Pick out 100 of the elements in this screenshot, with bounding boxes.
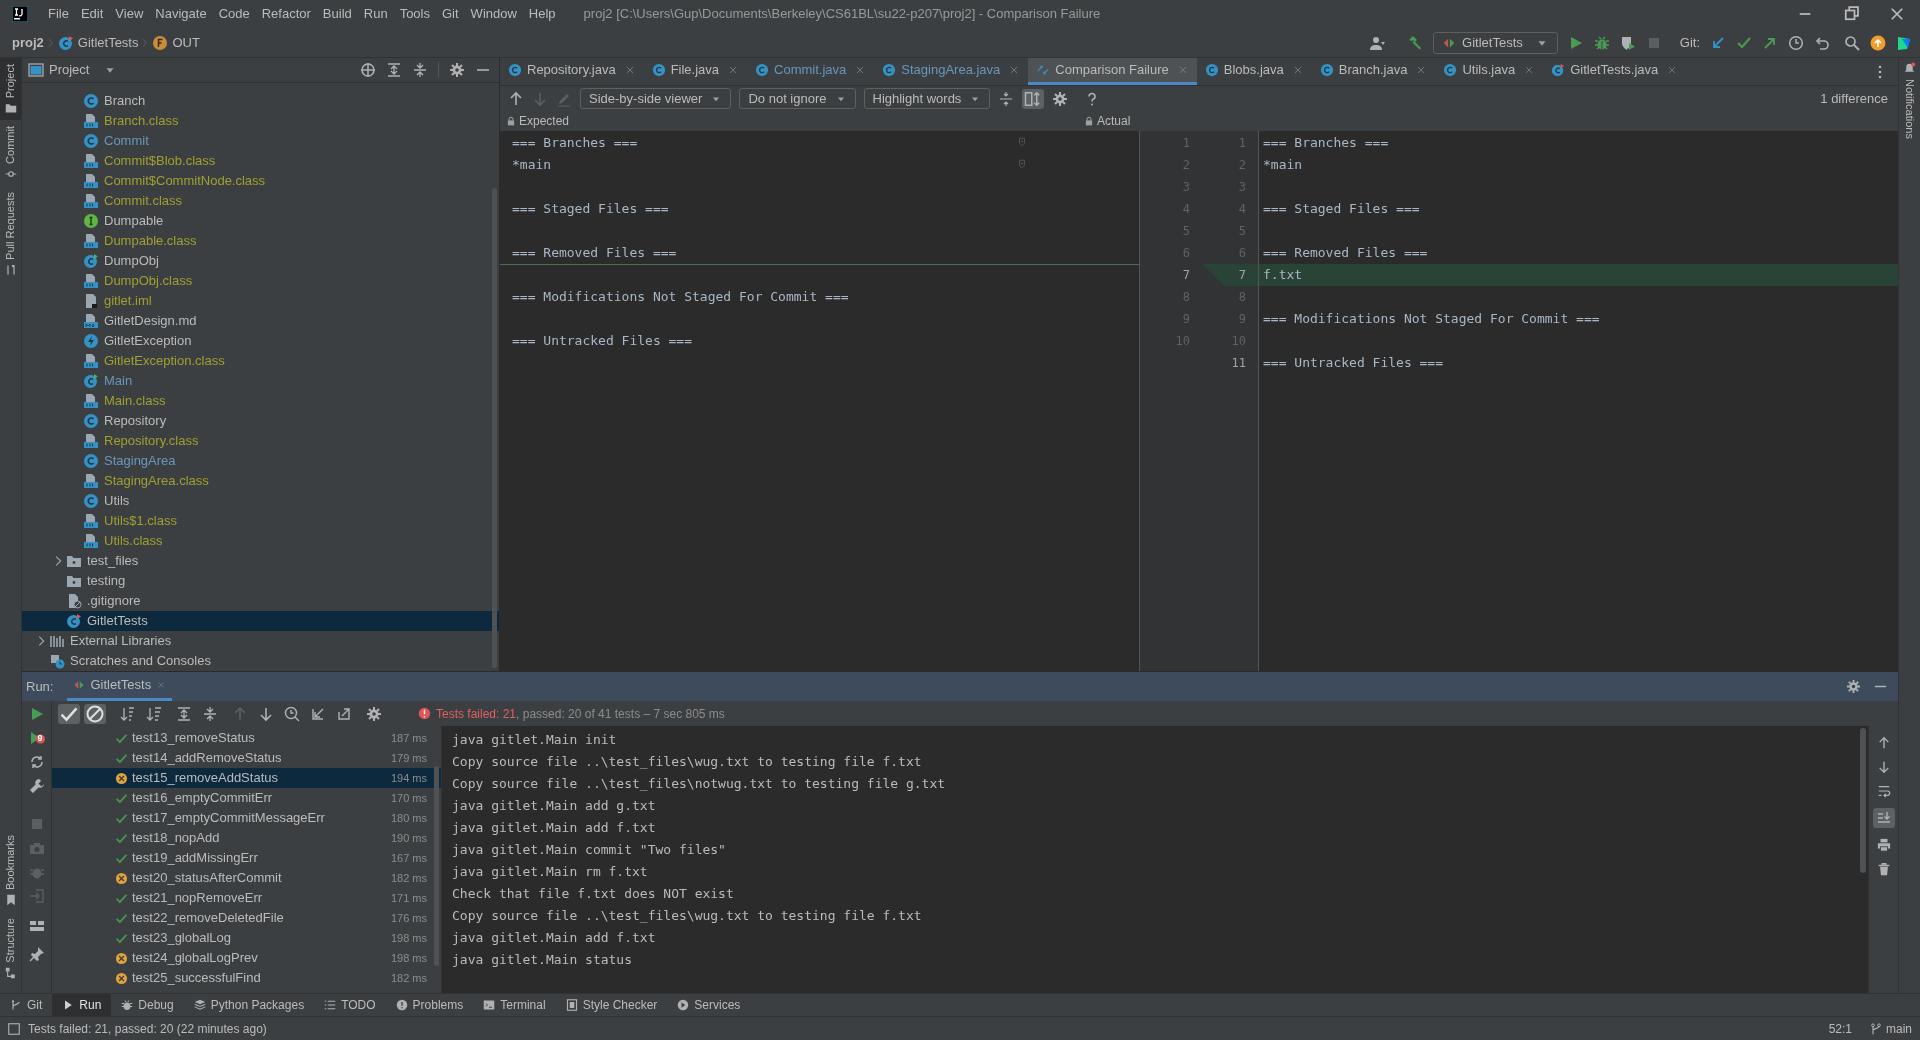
toolbox-icon[interactable] xyxy=(1896,34,1912,51)
tree-item[interactable]: gitlet.iml xyxy=(22,291,499,311)
tree-item[interactable]: GitletTests xyxy=(22,611,499,631)
expand-all-icon[interactable] xyxy=(386,62,402,78)
editor-tab[interactable]: GitletTests.java xyxy=(1543,58,1687,85)
tree-item[interactable]: Commit xyxy=(22,131,499,151)
dropdown[interactable]: Do not ignore xyxy=(739,88,856,109)
tree-item[interactable]: Commit.class xyxy=(22,191,499,211)
show-passed-icon[interactable] xyxy=(58,703,80,724)
pin-icon[interactable] xyxy=(28,946,45,962)
hammer-icon[interactable] xyxy=(1407,34,1424,51)
scrollbar[interactable] xyxy=(1860,728,1866,873)
test-item[interactable]: test15_removeAddStatus 194 ms xyxy=(52,768,441,788)
editor-tab[interactable]: StagingArea.java xyxy=(874,58,1029,85)
menu-item[interactable]: View xyxy=(109,4,150,24)
collapse-unchanged-icon[interactable] xyxy=(998,90,1015,107)
soft-wrap-icon[interactable] xyxy=(1876,784,1891,798)
test-item[interactable]: test17_emptyCommitMessageErr 180 ms xyxy=(52,808,441,828)
dropdown[interactable]: Side-by-side viewer xyxy=(580,88,732,109)
tool-tab[interactable]: Git xyxy=(0,993,53,1017)
tree-item[interactable]: Commit$Blob.class xyxy=(22,151,499,171)
menu-item[interactable]: Git xyxy=(436,4,465,24)
test-item[interactable]: test22_removeDeletedFile 176 ms xyxy=(52,908,441,928)
dropdown[interactable]: Highlight words xyxy=(863,88,991,109)
test-history-icon[interactable] xyxy=(284,705,300,722)
menu-item[interactable]: Navigate xyxy=(149,4,213,24)
down-arrow-icon[interactable] xyxy=(1876,760,1891,774)
tree-item[interactable]: DumpObj xyxy=(22,251,499,271)
tree-item[interactable]: GitletDesign.md xyxy=(22,311,499,331)
tool-tab[interactable]: Run xyxy=(52,993,112,1017)
test-item[interactable]: test19_addMissingErr 167 ms xyxy=(52,848,441,868)
tree-item[interactable]: Utils$1.class xyxy=(22,511,499,531)
tree-item[interactable]: Branch.class xyxy=(22,111,499,131)
tool-tab[interactable]: Services xyxy=(667,993,751,1017)
test-item[interactable]: test18_nopAdd 190 ms xyxy=(52,828,441,848)
run-config-dropdown[interactable]: GitletTests xyxy=(1433,31,1558,54)
debug-icon[interactable] xyxy=(1593,34,1610,51)
tool-tab[interactable]: Problems xyxy=(385,993,474,1017)
settings-icon[interactable] xyxy=(366,705,382,722)
breadcrumb[interactable]: OUT xyxy=(152,32,200,53)
tool-window-tab[interactable]: Structure xyxy=(0,912,21,985)
tree-item[interactable]: GitletException xyxy=(22,331,499,351)
caret-position[interactable]: 52:1 xyxy=(1828,1019,1852,1038)
editor-tab[interactable]: Comparison Failure xyxy=(1028,58,1197,85)
tool-tab[interactable]: TODO xyxy=(314,993,386,1017)
menu-item[interactable]: Build xyxy=(316,4,358,24)
tree-item[interactable]: StagingArea xyxy=(22,451,499,471)
tool-tab[interactable]: Terminal xyxy=(473,993,556,1017)
menu-item[interactable]: Run xyxy=(357,4,394,24)
panel-toggle-icon[interactable] xyxy=(8,1022,20,1035)
scrollbar[interactable] xyxy=(434,766,439,966)
scroll-to-end-icon[interactable] xyxy=(1872,808,1895,828)
editor-tab[interactable]: File.java xyxy=(643,58,748,85)
print-icon[interactable] xyxy=(1876,838,1891,852)
settings-icon[interactable] xyxy=(449,62,465,78)
tool-window-tab[interactable]: Commit xyxy=(0,120,21,187)
export-tests-icon[interactable] xyxy=(336,705,352,722)
tree-item[interactable]: Utils.class xyxy=(22,531,499,551)
tree-item[interactable]: Utils xyxy=(22,491,499,511)
tool-window-tab[interactable]: Notifications xyxy=(1899,62,1920,139)
layout-icon[interactable] xyxy=(28,918,45,934)
branch-widget[interactable]: main xyxy=(1870,1019,1912,1038)
settings-icon[interactable] xyxy=(1052,90,1069,107)
locate-icon[interactable] xyxy=(360,62,376,78)
tree-item[interactable]: Main xyxy=(22,371,499,391)
show-ignored-icon[interactable] xyxy=(84,703,106,724)
expand-all-icon[interactable] xyxy=(176,705,192,722)
menu-item[interactable]: Code xyxy=(212,4,256,24)
coverage-icon[interactable] xyxy=(1619,34,1636,51)
scrollbar[interactable] xyxy=(492,188,497,668)
tree-item[interactable]: DumpObj.class xyxy=(22,271,499,291)
test-item[interactable]: test14_addRemoveStatus 179 ms xyxy=(52,748,441,768)
rerun-failed-button[interactable]: 9 xyxy=(28,730,45,746)
editor-tab[interactable]: Utils.java xyxy=(1435,58,1544,85)
tool-tab[interactable]: Debug xyxy=(111,993,184,1017)
tree-item[interactable]: StagingArea.class xyxy=(22,471,499,491)
editor-tab[interactable]: Blobs.java xyxy=(1196,58,1312,85)
menu-item[interactable]: Refactor xyxy=(255,4,317,24)
editor-tab[interactable]: Branch.java xyxy=(1311,58,1436,85)
trash-icon[interactable] xyxy=(1876,862,1891,876)
next-failed-icon[interactable] xyxy=(258,705,274,722)
sync-scroll-icon[interactable] xyxy=(1022,88,1045,109)
view-dropdown[interactable]: Project xyxy=(49,60,118,80)
tool-window-tab[interactable]: Project xyxy=(0,58,21,121)
tree-item[interactable]: testing xyxy=(22,571,499,591)
sort-alphabetically-icon[interactable] xyxy=(120,705,136,722)
session-tab[interactable]: GitletTests xyxy=(67,672,173,701)
collapse-all-icon[interactable] xyxy=(412,62,428,78)
undo-icon[interactable] xyxy=(1814,34,1830,51)
breadcrumb[interactable]: proj2 xyxy=(12,32,44,53)
test-item[interactable]: test13_removeStatus 187 ms xyxy=(52,728,441,748)
test-item[interactable]: test23_globalLog 198 ms xyxy=(52,928,441,948)
search-icon[interactable] xyxy=(1844,34,1860,51)
tool-window-tab[interactable]: Bookmarks xyxy=(0,829,21,913)
tree-item[interactable]: Scratches and Consoles xyxy=(22,651,499,671)
tree-item[interactable]: Repository xyxy=(22,411,499,431)
test-item[interactable]: test24_globalLogPrev 198 ms xyxy=(52,948,441,968)
tree-item[interactable]: Dumpable.class xyxy=(22,231,499,251)
update-icon[interactable] xyxy=(1870,34,1886,51)
editor-tab[interactable]: Commit.java xyxy=(747,58,875,85)
